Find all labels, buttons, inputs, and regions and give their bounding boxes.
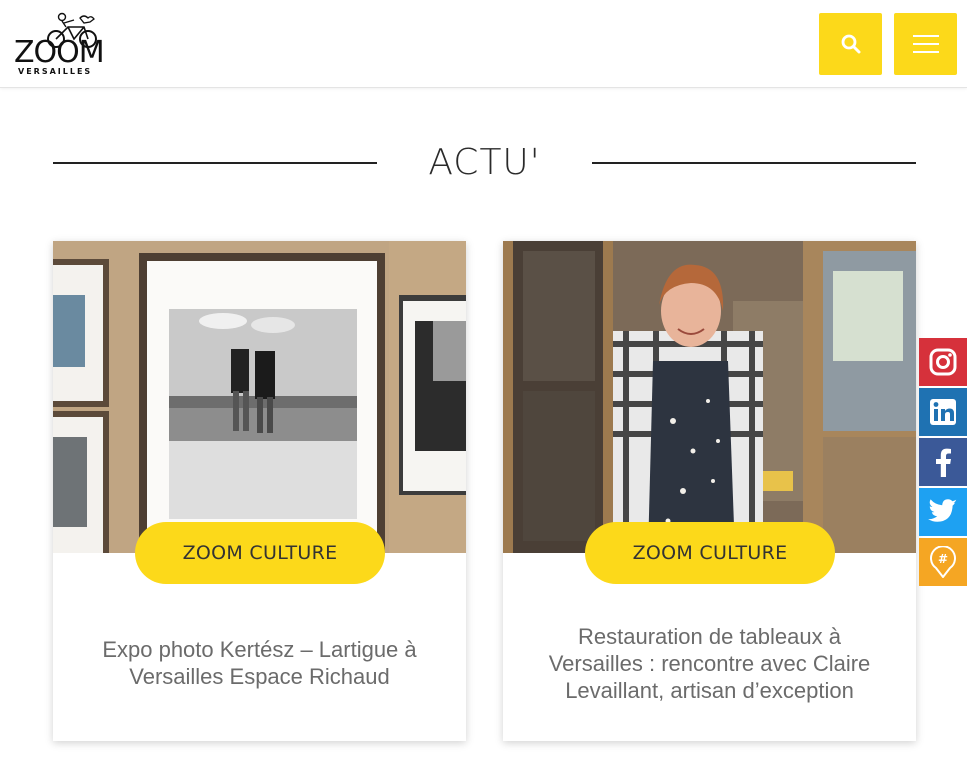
article-image-restoration[interactable] xyxy=(503,241,916,553)
category-badge[interactable]: ZOOM CULTURE xyxy=(585,522,835,584)
twitter-link[interactable] xyxy=(919,488,967,536)
search-icon xyxy=(841,34,860,54)
article-title[interactable]: Restauration de tableaux à Versailles : … xyxy=(533,585,886,741)
restoration-photo xyxy=(503,241,916,553)
logo-wordmark: ZOOM xyxy=(14,35,105,70)
facebook-link[interactable] xyxy=(919,438,967,486)
site-header: ZOOM VERSAILLES xyxy=(0,0,967,88)
category-badge[interactable]: ZOOM CULTURE xyxy=(135,522,385,584)
logo-subtext: VERSAILLES xyxy=(18,67,93,76)
section-title: ACTU' xyxy=(428,142,541,183)
instagram-icon xyxy=(929,348,957,376)
article-card[interactable]: ZOOM CULTURE Restauration de tableaux à … xyxy=(503,241,916,741)
linkedin-link[interactable] xyxy=(919,388,967,436)
hashtag-pin-icon: # xyxy=(930,546,956,578)
svg-text:#: # xyxy=(938,552,948,566)
search-button[interactable] xyxy=(819,13,882,75)
facebook-icon xyxy=(936,448,951,477)
article-title[interactable]: Expo photo Kertész – Lartigue à Versaill… xyxy=(83,585,436,741)
article-card[interactable]: ZOOM CULTURE Expo photo Kertész – Lartig… xyxy=(53,241,466,741)
linkedin-icon xyxy=(930,399,956,425)
heading-rule-left xyxy=(53,162,377,164)
hamburger-menu-icon xyxy=(912,35,939,53)
twitter-icon xyxy=(928,499,957,522)
heading-rule-right xyxy=(592,162,916,164)
instagram-link[interactable] xyxy=(919,338,967,386)
menu-button[interactable] xyxy=(894,13,957,75)
site-logo[interactable]: ZOOM VERSAILLES xyxy=(14,12,105,76)
exhibition-photo xyxy=(53,241,466,553)
hashtag-link[interactable]: # xyxy=(919,538,967,586)
article-image-exhibition[interactable] xyxy=(53,241,466,553)
